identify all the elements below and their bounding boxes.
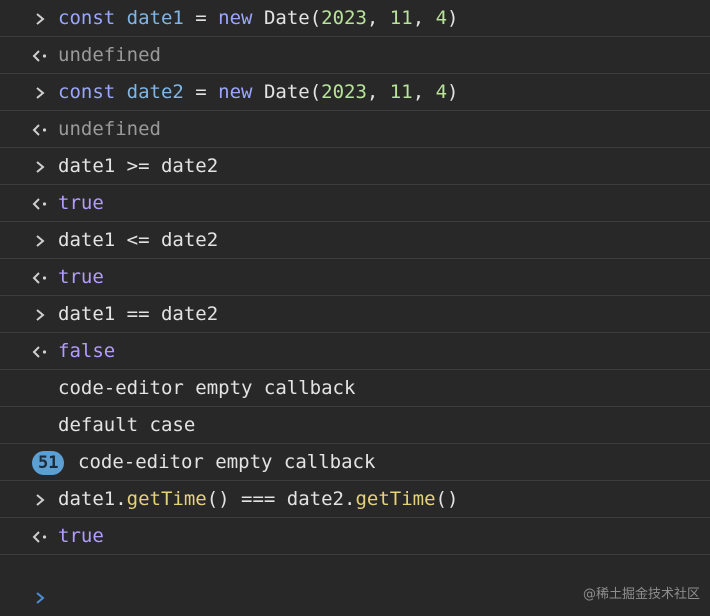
console-message: true bbox=[58, 185, 104, 222]
chevron-right-icon bbox=[28, 148, 52, 185]
console-message: date1.getTime() === date2.getTime() bbox=[58, 481, 458, 518]
console-message: code-editor empty callback bbox=[78, 444, 375, 481]
code-token: = bbox=[183, 81, 219, 103]
code-token: default case bbox=[58, 414, 196, 436]
console-input-row[interactable]: date1 == date2 bbox=[0, 296, 710, 333]
code-token: 2023 bbox=[321, 7, 367, 29]
console-output-row[interactable]: true bbox=[0, 518, 710, 555]
console-message: code-editor empty callback bbox=[58, 370, 355, 407]
code-token: new bbox=[218, 81, 264, 103]
chevron-right-icon bbox=[28, 0, 52, 37]
return-arrow-icon bbox=[28, 259, 52, 296]
chevron-right-icon bbox=[28, 296, 52, 333]
code-token: 4 bbox=[435, 7, 448, 29]
code-token: true bbox=[58, 192, 104, 214]
console-message: false bbox=[58, 333, 115, 370]
code-token: 11 bbox=[389, 81, 413, 103]
console-output-row[interactable]: undefined bbox=[0, 37, 710, 74]
code-token: getTime bbox=[126, 488, 207, 510]
code-token: const bbox=[58, 7, 127, 29]
code-token: = bbox=[183, 7, 219, 29]
console-panel: const date1 = new Date(2023, 11, 4) undef… bbox=[0, 0, 710, 555]
code-token: true bbox=[58, 266, 104, 288]
return-arrow-icon bbox=[28, 111, 52, 148]
code-token: date1. bbox=[58, 488, 127, 510]
chevron-right-icon bbox=[28, 222, 52, 259]
code-token: true bbox=[58, 525, 104, 547]
code-token: 2023 bbox=[321, 81, 367, 103]
console-message: true bbox=[58, 259, 104, 296]
chevron-right-icon bbox=[28, 74, 52, 111]
repeat-count-badge: 51 bbox=[32, 451, 65, 475]
code-token: Date( bbox=[263, 7, 322, 29]
code-token: new bbox=[218, 7, 264, 29]
code-token: code-editor empty callback bbox=[58, 377, 356, 399]
watermark: @稀土掘金技术社区 bbox=[582, 587, 700, 602]
code-token: , bbox=[366, 7, 390, 29]
console-message: date1 == date2 bbox=[58, 296, 218, 333]
return-arrow-icon bbox=[28, 333, 52, 370]
console-input-row[interactable]: date1.getTime() === date2.getTime() bbox=[0, 481, 710, 518]
code-token: date1 == date2 bbox=[58, 303, 219, 325]
console-message: date1 >= date2 bbox=[58, 148, 218, 185]
code-token: () bbox=[435, 488, 459, 510]
code-token: date1 bbox=[126, 7, 184, 29]
return-arrow-icon bbox=[28, 37, 52, 74]
code-token: date2 bbox=[126, 81, 184, 103]
prompt-chevron-icon bbox=[28, 579, 52, 616]
console-input-row[interactable]: date1 >= date2 bbox=[0, 148, 710, 185]
console-output-row[interactable]: undefined bbox=[0, 111, 710, 148]
chevron-right-icon bbox=[28, 481, 52, 518]
return-arrow-icon bbox=[28, 518, 52, 555]
code-token: , bbox=[366, 81, 390, 103]
console-message: true bbox=[58, 518, 104, 555]
code-token: undefined bbox=[58, 118, 161, 140]
console-message: const date1 = new Date(2023, 11, 4) bbox=[58, 0, 458, 37]
console-log-row[interactable]: 51 code-editor empty callback bbox=[0, 444, 710, 481]
console-message: const date2 = new Date(2023, 11, 4) bbox=[58, 74, 458, 111]
console-message: undefined bbox=[58, 111, 161, 148]
code-token: undefined bbox=[58, 44, 161, 66]
return-arrow-icon bbox=[28, 185, 52, 222]
console-input-row[interactable]: date1 <= date2 bbox=[0, 222, 710, 259]
console-output-row[interactable]: true bbox=[0, 185, 710, 222]
console-input-row[interactable]: const date1 = new Date(2023, 11, 4) bbox=[0, 0, 710, 37]
code-token: date1 >= date2 bbox=[58, 155, 219, 177]
console-message: default case bbox=[58, 407, 195, 444]
code-token: ) bbox=[447, 7, 459, 29]
code-token: , bbox=[412, 81, 436, 103]
console-message: undefined bbox=[58, 37, 161, 74]
console-message: date1 <= date2 bbox=[58, 222, 218, 259]
code-token: ) bbox=[447, 81, 459, 103]
code-token: getTime bbox=[355, 488, 436, 510]
code-token: 11 bbox=[389, 7, 413, 29]
code-token: code-editor empty callback bbox=[78, 451, 376, 473]
console-output-row[interactable]: true bbox=[0, 259, 710, 296]
console-log-row[interactable]: default case bbox=[0, 407, 710, 444]
code-token: , bbox=[412, 7, 436, 29]
code-token: date1 <= date2 bbox=[58, 229, 219, 251]
code-token: 4 bbox=[435, 81, 448, 103]
code-token: const bbox=[58, 81, 127, 103]
console-output-row[interactable]: false bbox=[0, 333, 710, 370]
code-token: () === date2. bbox=[206, 488, 356, 510]
console-log-row[interactable]: code-editor empty callback bbox=[0, 370, 710, 407]
code-token: false bbox=[58, 340, 116, 362]
code-token: Date( bbox=[263, 81, 322, 103]
console-input-row[interactable]: const date2 = new Date(2023, 11, 4) bbox=[0, 74, 710, 111]
